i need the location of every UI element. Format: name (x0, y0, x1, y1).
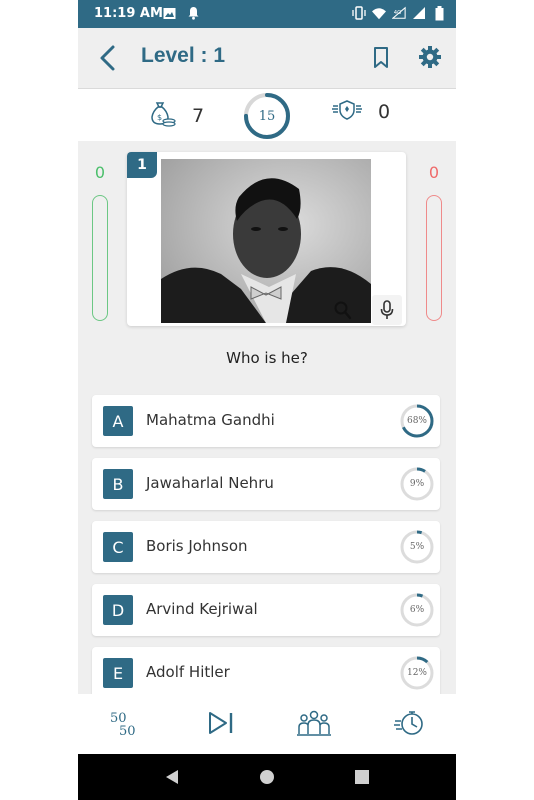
shield-icon (332, 99, 362, 125)
wifi-icon (372, 6, 386, 20)
option-text: Boris Johnson (146, 537, 248, 555)
correct-progress-bar (92, 195, 108, 321)
nav-home-icon[interactable] (259, 769, 275, 789)
coins-count: 7 (192, 105, 205, 127)
svg-text:$: $ (157, 113, 162, 122)
vibrate-icon (352, 6, 366, 20)
app-bar: Level : 1 (78, 28, 456, 89)
zoom-icon[interactable] (334, 300, 352, 320)
skip-icon[interactable] (204, 708, 238, 738)
option-text: Arvind Kejriwal (146, 600, 258, 618)
option-letter-badge: B (103, 469, 133, 499)
option-letter-badge: A (103, 406, 133, 436)
nav-recents-icon[interactable] (354, 769, 370, 789)
option-percent-label: 9% (409, 479, 425, 489)
option-d[interactable]: D Arvind Kejriwal 6% (92, 584, 440, 636)
question-photo[interactable] (161, 159, 371, 323)
option-text: Jawaharlal Nehru (146, 474, 274, 492)
back-icon[interactable] (96, 44, 120, 72)
system-nav-bar (78, 754, 456, 800)
option-c[interactable]: C Boris Johnson 5% (92, 521, 440, 573)
option-text: Mahatma Gandhi (146, 411, 275, 429)
bell-notification-icon (186, 6, 200, 20)
lifeline-bar: 50 50 (78, 694, 456, 754)
question-card: 1 (127, 152, 406, 326)
question-text: Who is he? (226, 349, 308, 367)
option-e[interactable]: E Adolf Hitler 12% (92, 647, 440, 699)
svg-text:50: 50 (119, 724, 136, 738)
option-letter-badge: E (103, 658, 133, 688)
mic-icon[interactable] (372, 295, 402, 325)
signal-icon (412, 6, 426, 20)
option-a[interactable]: A Mahatma Gandhi 68% (92, 395, 440, 447)
nav-back-icon[interactable] (164, 769, 180, 789)
option-letter-badge: C (103, 532, 133, 562)
option-text: Adolf Hitler (146, 663, 230, 681)
fifty-fifty-button[interactable]: 50 50 (109, 708, 143, 739)
timer-icon[interactable] (393, 708, 427, 738)
svg-text:4G: 4G (394, 10, 401, 16)
status-time: 11:19 AM (94, 6, 163, 21)
status-bar: 11:19 AM 4G (78, 0, 456, 28)
option-percent-label: 68% (406, 416, 427, 426)
wrong-progress-bar (426, 195, 442, 321)
battery-icon (432, 5, 446, 20)
bookmark-icon[interactable] (372, 46, 390, 70)
phone-screen: 11:19 AM 4G Level: 1 $ 7 15 0 0 0 1 Who… (78, 0, 456, 800)
image-notification-icon (162, 6, 176, 20)
option-letter-badge: D (103, 595, 133, 625)
question-number-badge: 1 (127, 152, 157, 178)
data-icon: 4G (392, 6, 406, 20)
gear-icon[interactable] (418, 45, 442, 69)
correct-score: 0 (94, 163, 106, 182)
stats-bar: $ 7 15 0 (78, 89, 456, 141)
option-b[interactable]: B Jawaharlal Nehru 9% (92, 458, 440, 510)
wrong-score: 0 (428, 163, 440, 182)
shields-count: 0 (378, 101, 391, 123)
money-bag-icon: $ (148, 99, 176, 133)
level-title: Level : 1 (141, 44, 226, 67)
option-percent-label: 12% (406, 668, 427, 678)
option-percent-label: 6% (409, 605, 425, 615)
audience-icon[interactable] (296, 708, 331, 738)
timer-value: 15 (258, 108, 276, 124)
option-percent-label: 5% (409, 542, 425, 552)
